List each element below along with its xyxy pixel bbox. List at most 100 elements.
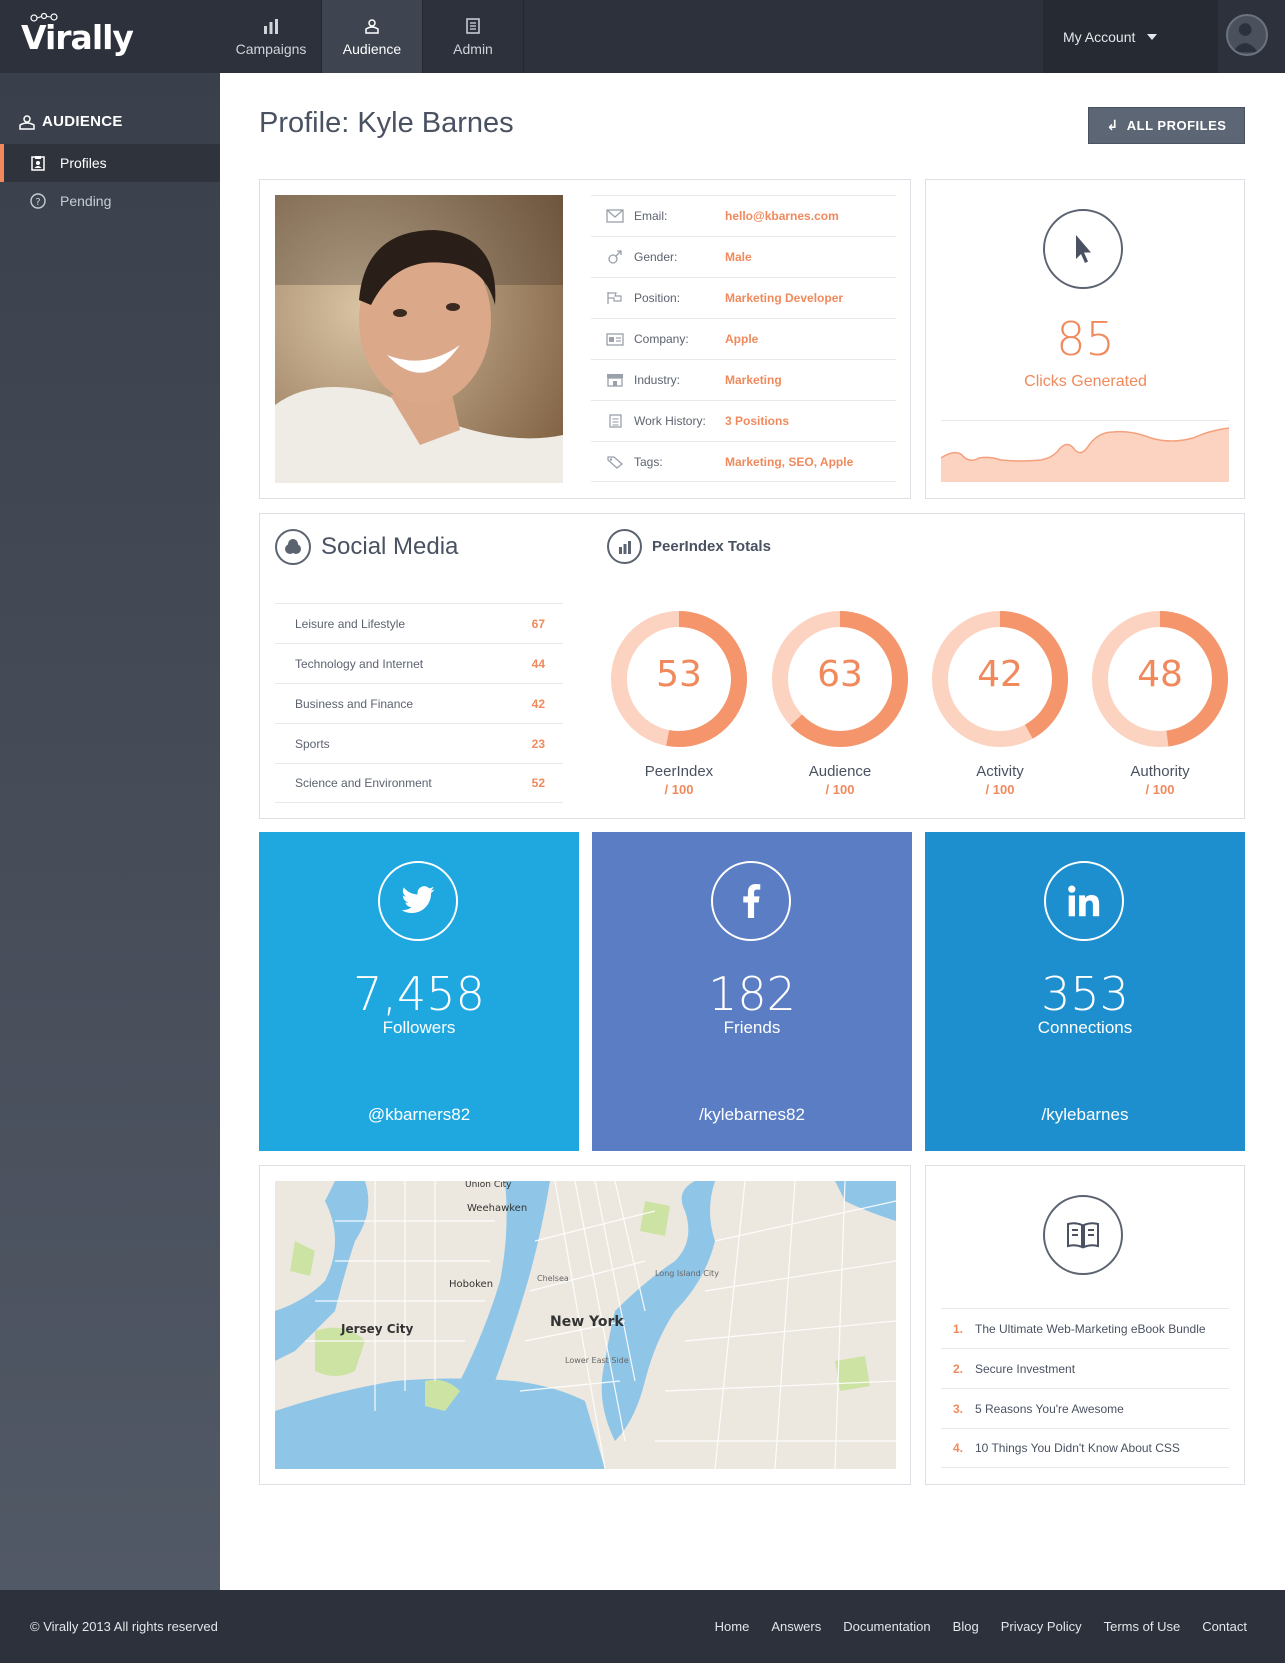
tags-value[interactable]: Marketing, SEO, Apple xyxy=(725,455,853,469)
all-profiles-label: ALL PROFILES xyxy=(1126,118,1227,133)
list-item[interactable]: 3. 5 Reasons You're Awesome xyxy=(941,1388,1229,1428)
profile-info-list: Email: hello@kbarnes.com Gender: Male Po… xyxy=(591,195,896,482)
nav-audience[interactable]: Audience xyxy=(322,0,423,73)
clipboard-icon xyxy=(31,156,45,171)
sidebar-item-pending[interactable]: ? Pending xyxy=(0,182,220,220)
work-history-value[interactable]: 3 Positions xyxy=(725,414,789,428)
clicks-label: Clicks Generated xyxy=(1024,373,1147,390)
twitter-followers-label: Followers xyxy=(382,1018,456,1037)
info-row-position: Position: Marketing Developer xyxy=(591,277,896,318)
list-item[interactable]: 1. The Ultimate Web-Marketing eBook Bundl… xyxy=(941,1308,1229,1348)
facebook-friends-count: 182 xyxy=(708,967,796,1021)
social-media-heading: Social Media xyxy=(275,529,458,565)
map-label: Lower East Side xyxy=(565,1356,629,1365)
account-label: My Account xyxy=(1063,28,1136,45)
list-item[interactable]: 2. Secure Investment xyxy=(941,1348,1229,1388)
linkedin-in-icon xyxy=(1068,885,1100,917)
facebook-friends-label: Friends xyxy=(723,1018,781,1037)
bar-chart-icon xyxy=(618,540,631,554)
profile-photo xyxy=(275,195,563,483)
question-circle-icon: ? xyxy=(30,193,46,209)
logo[interactable]: Virally xyxy=(0,0,220,73)
map-label: Hoboken xyxy=(449,1279,493,1290)
donut-value: 48 xyxy=(1137,654,1183,695)
my-account-dropdown[interactable]: My Account xyxy=(1043,0,1218,73)
info-row-gender: Gender: Male xyxy=(591,236,896,277)
donut-name: Activity xyxy=(976,763,1024,780)
sidebar-item-profiles[interactable]: Profiles xyxy=(0,144,220,182)
interest-score: 67 xyxy=(531,616,545,631)
footer-link-contact[interactable]: Contact xyxy=(1202,1619,1247,1634)
facebook-handle[interactable]: /kylebarnes82 xyxy=(592,1105,912,1125)
interest-list: Leisure and Lifestyle 67 Technology and I… xyxy=(275,603,563,803)
envelope-icon xyxy=(606,209,624,223)
reading-title: 5 Reasons You're Awesome xyxy=(975,1401,1124,1416)
info-row-industry: Industry: Marketing xyxy=(591,359,896,400)
linkedin-connections-label: Connections xyxy=(1037,1018,1133,1037)
social-media-panel: Social Media Leisure and Lifestyle 67 Tec… xyxy=(259,513,1245,819)
all-profiles-button[interactable]: ↲ ALL PROFILES xyxy=(1088,107,1245,144)
twitter-tile[interactable]: 7,458 Followers @kbarners82 xyxy=(259,832,579,1151)
facebook-tile[interactable]: 182 Friends /kylebarnes82 xyxy=(592,832,912,1151)
id-card-icon xyxy=(606,333,624,346)
cursor-circle xyxy=(1043,209,1123,289)
reading-title: 10 Things You Didn't Know About CSS xyxy=(975,1441,1180,1455)
user-avatar[interactable] xyxy=(1226,14,1268,56)
svg-text:?: ? xyxy=(35,197,40,208)
footer-link-answers[interactable]: Answers xyxy=(771,1619,821,1634)
twitter-handle[interactable]: @kbarners82 xyxy=(259,1105,579,1125)
linkedin-icon-circle xyxy=(1044,861,1124,941)
sidebar-title: AUDIENCE xyxy=(18,113,123,130)
clicks-panel: 85 Clicks Generated xyxy=(925,179,1245,499)
interest-label: Science and Environment xyxy=(295,776,432,790)
twitter-icon-circle xyxy=(378,861,458,941)
social-media-title: Social Media xyxy=(321,533,459,560)
donut-value: 42 xyxy=(977,654,1023,695)
company-value: Apple xyxy=(725,332,759,346)
sidebar-item-label: Pending xyxy=(60,193,112,209)
document-icon xyxy=(466,17,480,34)
footer-link-terms[interactable]: Terms of Use xyxy=(1104,1619,1181,1634)
footer-link-home[interactable]: Home xyxy=(715,1619,750,1634)
info-row-tags: Tags: Marketing, SEO, Apple xyxy=(591,441,896,482)
email-value[interactable]: hello@kbarnes.com xyxy=(725,209,839,223)
top-navbar: Virally Campaigns Audience Admin My Acco… xyxy=(0,0,1285,73)
male-symbol-icon xyxy=(608,250,622,264)
twitter-followers-count: 7,458 xyxy=(353,967,485,1021)
list-item: Technology and Internet 44 xyxy=(275,643,563,683)
linkedin-handle[interactable]: /kylebarnes xyxy=(925,1105,1245,1125)
interest-label: Technology and Internet xyxy=(295,656,424,671)
location-map[interactable]: Union City Weehawken Hoboken Jersey City… xyxy=(275,1181,896,1469)
flag-icon xyxy=(607,292,622,304)
interest-score: 52 xyxy=(531,776,545,790)
donut-name: Authority xyxy=(1130,763,1190,780)
linkedin-tile[interactable]: 353 Connections /kylebarnes xyxy=(925,832,1245,1151)
industry-value: Marketing xyxy=(725,373,782,387)
return-arrow-icon: ↲ xyxy=(1106,117,1119,133)
store-icon xyxy=(607,374,623,387)
info-row-company: Company: Apple xyxy=(591,318,896,359)
interest-score: 44 xyxy=(531,656,545,671)
profile-panel: Email: hello@kbarnes.com Gender: Male Po… xyxy=(259,179,911,499)
list-number: 4. xyxy=(953,1441,964,1455)
nav-admin[interactable]: Admin xyxy=(423,0,524,73)
interest-label: Sports xyxy=(295,736,330,751)
list-number: 1. xyxy=(953,1321,964,1336)
donut-max: / 100 xyxy=(985,782,1015,797)
gender-value: Male xyxy=(725,250,752,264)
book-icon-circle xyxy=(1043,1195,1123,1275)
nav-label: Admin xyxy=(453,40,493,57)
info-label: Industry: xyxy=(634,373,681,387)
facebook-icon-circle xyxy=(711,861,791,941)
linkedin-connections-count: 353 xyxy=(1041,967,1129,1021)
nav-campaigns[interactable]: Campaigns xyxy=(221,0,322,73)
clicks-sparkline xyxy=(941,420,1229,482)
footer-link-blog[interactable]: Blog xyxy=(953,1619,979,1634)
main-nav: Campaigns Audience Admin xyxy=(221,0,524,73)
footer-link-documentation[interactable]: Documentation xyxy=(843,1619,930,1634)
footer-link-privacy[interactable]: Privacy Policy xyxy=(1001,1619,1082,1634)
map-label: Long Island City xyxy=(655,1269,719,1278)
interest-label: Business and Finance xyxy=(295,696,414,711)
donut-value: 53 xyxy=(656,654,702,695)
list-item[interactable]: 4. 10 Things You Didn't Know About CSS xyxy=(941,1428,1229,1468)
